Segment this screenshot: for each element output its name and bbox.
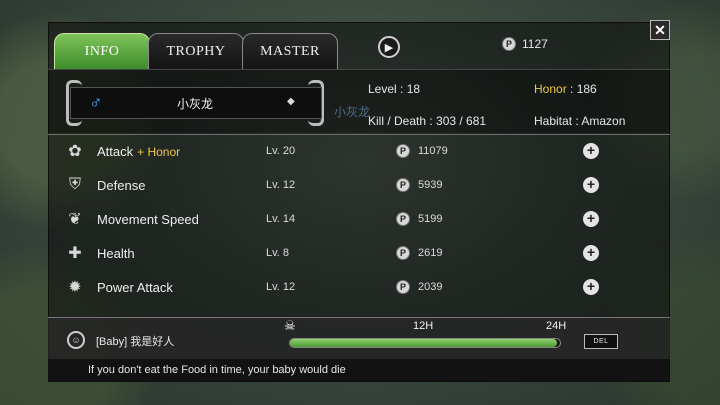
skill-label: Health — [97, 245, 135, 261]
skill-row-health: ✚ Health Lv. 8 P 2619 + — [60, 236, 660, 270]
shield-icon: ⛨ — [68, 176, 81, 193]
point-coin-icon: P — [396, 212, 410, 226]
skill-row-attack: ✿ Attack + Honor Lv. 20 P 11079 + — [60, 134, 660, 168]
close-button[interactable]: ✕ — [650, 20, 670, 40]
kill-death-stat: Kill / Death : 303 / 681 — [368, 114, 487, 128]
skill-cost: P 11079 — [396, 144, 448, 158]
overlay-player-name: 小灰龙 — [334, 105, 371, 119]
baby-name: [Baby] 我是好人 — [96, 336, 175, 348]
skill-cost: P 5199 — [396, 212, 442, 226]
feather-icon: ❦ — [68, 211, 82, 228]
skill-row-defense: ⛨ Defense Lv. 12 P 5939 + — [60, 168, 660, 202]
skill-name: Movement Speed — [97, 212, 199, 227]
claw-icon: ✿ — [68, 143, 82, 160]
speaker-icon[interactable]: ▶ — [378, 36, 400, 58]
skill-name: Power Attack — [97, 280, 173, 295]
tab-trophy[interactable]: TROPHY — [148, 33, 244, 69]
burst-icon: ✹ — [68, 279, 82, 296]
upgrade-health-button[interactable]: + — [583, 245, 599, 261]
habitat-stat: Habitat : Amazon — [534, 114, 626, 128]
hunger-bar — [289, 338, 561, 348]
cost-value: 2039 — [418, 281, 443, 293]
hint-message: If you don't eat the Food in time, your … — [48, 359, 670, 382]
upgrade-movement-speed-button[interactable]: + — [583, 211, 599, 227]
honor-label: Honor — [534, 82, 567, 96]
skill-row-movement-speed: ❦ Movement Speed Lv. 14 P 5199 + — [60, 202, 660, 236]
skull-crossbones-icon: ☠ — [284, 318, 296, 333]
upgrade-defense-button[interactable]: + — [583, 177, 599, 193]
skill-cost: P 2039 — [396, 280, 442, 294]
cost-value: 2619 — [418, 247, 443, 259]
cost-value: 5199 — [418, 213, 443, 225]
diamond-icon[interactable]: ◆ — [287, 96, 295, 107]
currency-amount: 1127 — [522, 37, 548, 51]
honor-stat: Honor : 186 — [534, 82, 597, 96]
time-label-24h: 24H — [546, 320, 567, 332]
cost-value: 11079 — [418, 145, 448, 157]
skill-label: Power Attack — [97, 279, 173, 295]
upgrade-attack-button[interactable]: + — [583, 143, 599, 159]
player-name: 小灰龙 — [176, 97, 213, 111]
currency-display: P 1127 — [502, 37, 548, 51]
honor-value: : 186 — [566, 82, 597, 96]
skill-cost: P 2619 — [396, 246, 442, 260]
skill-label: Attack — [97, 143, 134, 159]
point-coin-icon: P — [396, 280, 410, 294]
skill-name: Health — [97, 246, 135, 261]
upgrade-power-attack-button[interactable]: + — [583, 279, 599, 295]
skill-cost: P 5939 — [396, 178, 442, 192]
health-cross-icon: ✚ — [68, 245, 82, 262]
skill-row-power-attack: ✹ Power Attack Lv. 12 P 2039 + — [60, 270, 660, 304]
delete-baby-button[interactable]: DEL — [584, 334, 618, 349]
skill-label: Movement Speed — [97, 211, 199, 227]
skill-level: Lv. 20 — [266, 145, 296, 157]
tab-master[interactable]: MASTER — [242, 33, 338, 69]
tab-info[interactable]: INFO — [54, 33, 150, 69]
time-label-12h: 12H — [413, 320, 434, 332]
skill-level: Lv. 14 — [266, 213, 296, 225]
skill-label: Defense — [97, 177, 146, 193]
point-coin-icon: P — [396, 178, 410, 192]
skill-level: Lv. 8 — [266, 247, 290, 259]
point-coin-icon: P — [502, 37, 516, 51]
level-stat: Level : 18 — [368, 82, 421, 96]
skill-name: Attack + Honor — [97, 144, 180, 159]
skill-level: Lv. 12 — [266, 281, 296, 293]
point-coin-icon: P — [396, 144, 410, 158]
baby-icon: ☺ — [67, 331, 85, 349]
honor-bonus: + Honor — [137, 144, 181, 159]
skill-name: Defense — [97, 178, 145, 193]
tab-bar: INFO TROPHY MASTER — [54, 33, 338, 69]
point-coin-icon: P — [396, 246, 410, 260]
skill-level: Lv. 12 — [266, 179, 296, 191]
male-gender-icon: ♂ — [89, 92, 103, 112]
cost-value: 5939 — [418, 179, 443, 191]
hunger-bar-fill — [290, 339, 558, 347]
